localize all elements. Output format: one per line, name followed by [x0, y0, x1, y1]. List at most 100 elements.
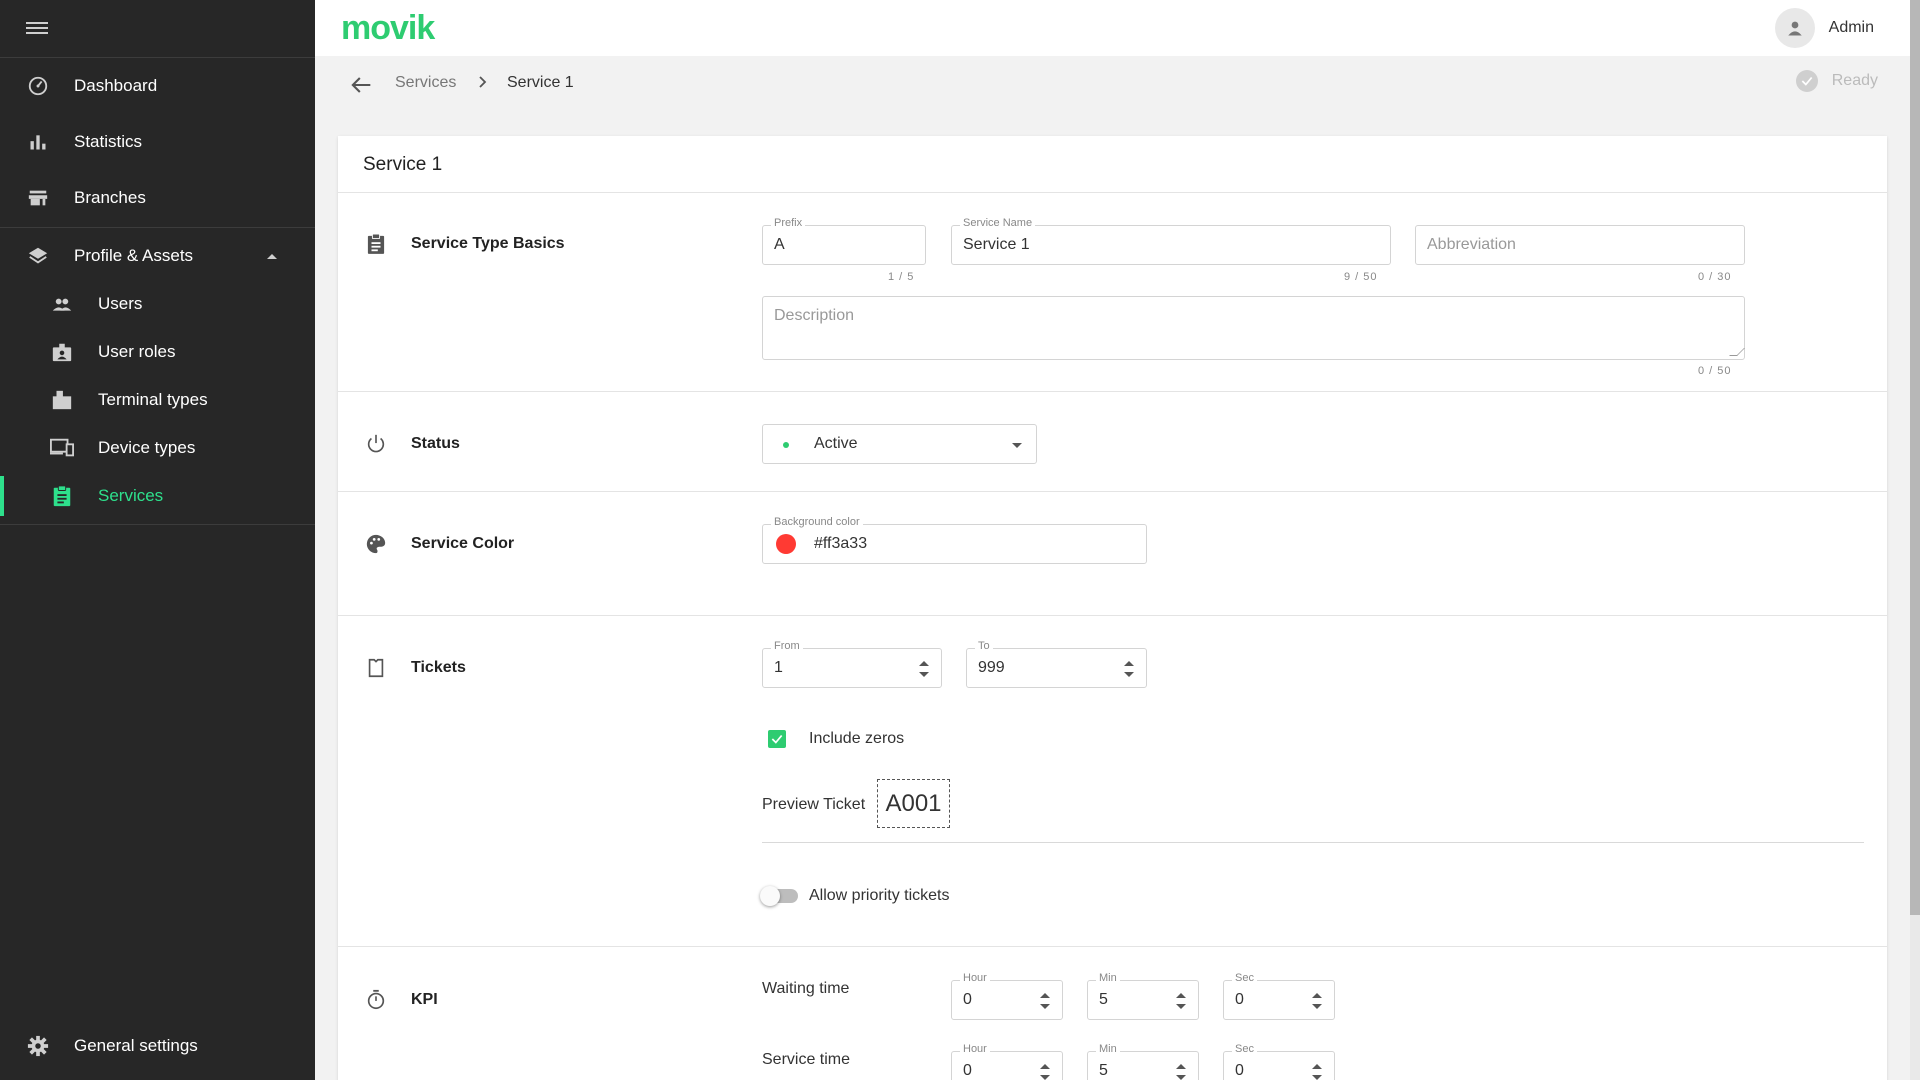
- sidebar-divider: [0, 57, 315, 58]
- sidebar-item-services[interactable]: Services: [0, 472, 315, 520]
- breadcrumb-current: Service 1: [507, 74, 574, 91]
- priority-toggle[interactable]: [760, 886, 798, 906]
- sidebar-item-label: Statistics: [74, 132, 143, 151]
- clipboard-icon: [50, 484, 74, 508]
- color-swatch[interactable]: [776, 534, 796, 554]
- chevron-up-icon: [267, 253, 277, 259]
- section-divider: [338, 391, 1887, 392]
- inner-divider: [762, 842, 1864, 843]
- sidebar-item-dashboard[interactable]: Dashboard: [0, 62, 315, 110]
- ticket-from-label: From: [771, 640, 803, 652]
- service-name-field[interactable]: Service Name Service 1: [951, 217, 1391, 265]
- spinner-icon[interactable]: [919, 661, 929, 677]
- spinner-icon[interactable]: [1176, 1064, 1186, 1080]
- status-select[interactable]: Active: [762, 424, 1037, 464]
- toggle-knob[interactable]: [760, 886, 780, 906]
- background-color-field[interactable]: Background color #ff3a33: [762, 516, 1147, 564]
- spinner-icon[interactable]: [1040, 1064, 1050, 1080]
- sidebar-item-device-types[interactable]: Device types: [0, 424, 315, 472]
- sidebar-item-users[interactable]: Users: [0, 280, 315, 328]
- store-icon: [26, 186, 50, 210]
- sidebar: Dashboard Statistics Branches Profile & …: [0, 0, 315, 1080]
- service-hour-value[interactable]: 0: [963, 1062, 972, 1080]
- spinner-icon[interactable]: [1312, 993, 1322, 1009]
- waiting-hour-label: Hour: [960, 972, 990, 984]
- chevron-right-icon: [476, 70, 490, 100]
- include-zeros-checkbox[interactable]: [768, 730, 786, 748]
- section-label-kpi: KPI: [411, 991, 438, 1008]
- badge-icon: [50, 340, 74, 364]
- waiting-min-field[interactable]: Min 5: [1087, 972, 1199, 1020]
- breadcrumb-parent[interactable]: Services: [395, 74, 456, 92]
- gear-icon: [26, 1034, 50, 1058]
- waiting-hour-field[interactable]: Hour 0: [951, 972, 1063, 1020]
- section-divider: [338, 192, 1887, 193]
- ticket-from-value[interactable]: 1: [774, 659, 783, 677]
- service-hour-field[interactable]: Hour 0: [951, 1043, 1063, 1080]
- page-title: Service 1: [363, 154, 443, 175]
- users-icon: [50, 292, 74, 316]
- section-divider: [338, 491, 1887, 492]
- include-zeros-label[interactable]: Include zeros: [809, 730, 904, 748]
- bar-chart-icon: [26, 130, 50, 154]
- service-hour-label: Hour: [960, 1043, 990, 1055]
- waiting-sec-field[interactable]: Sec 0: [1223, 972, 1335, 1020]
- top-bar: movik Admin: [315, 0, 1910, 56]
- app-logo[interactable]: movik: [341, 9, 435, 48]
- preview-ticket-value: A001: [877, 779, 950, 828]
- prefix-value[interactable]: A: [774, 236, 785, 254]
- breadcrumb: Services Service 1 Ready: [315, 56, 1910, 112]
- spinner-icon[interactable]: [1176, 993, 1186, 1009]
- service-sec-value[interactable]: 0: [1235, 1062, 1244, 1080]
- preview-ticket-label: Preview Ticket: [762, 796, 866, 813]
- chevron-down-icon[interactable]: [1012, 443, 1022, 448]
- menu-icon[interactable]: [26, 19, 48, 37]
- ticket-to-field[interactable]: To 999: [966, 640, 1147, 688]
- check-circle-icon: [1795, 70, 1818, 92]
- service-sec-field[interactable]: Sec 0: [1223, 1043, 1335, 1080]
- waiting-min-value[interactable]: 5: [1099, 991, 1108, 1009]
- user-menu[interactable]: Admin: [1774, 8, 1874, 48]
- service-name-value[interactable]: Service 1: [963, 236, 1030, 254]
- layers-icon: [26, 244, 50, 268]
- prefix-label: Prefix: [771, 217, 806, 229]
- sidebar-item-label: General settings: [74, 1036, 198, 1055]
- resize-handle-icon[interactable]: [1729, 348, 1745, 356]
- avatar[interactable]: [1774, 8, 1815, 48]
- clipboard-icon: [364, 232, 388, 256]
- sidebar-item-branches[interactable]: Branches: [0, 174, 315, 222]
- terminal-icon: [50, 388, 74, 412]
- service-min-value[interactable]: 5: [1099, 1062, 1108, 1080]
- waiting-hour-value[interactable]: 0: [963, 991, 972, 1009]
- abbreviation-counter: 0 / 30: [1698, 271, 1732, 283]
- sidebar-item-user-roles[interactable]: User roles: [0, 328, 315, 376]
- waiting-sec-value[interactable]: 0: [1235, 991, 1244, 1009]
- sidebar-item-profile-assets[interactable]: Profile & Assets: [0, 232, 315, 280]
- description-field[interactable]: Description: [762, 296, 1745, 360]
- sidebar-divider: [0, 227, 315, 228]
- ticket-from-field[interactable]: From 1: [762, 640, 942, 688]
- spinner-icon[interactable]: [1312, 1064, 1322, 1080]
- ticket-to-value[interactable]: 999: [978, 659, 1005, 677]
- service-min-field[interactable]: Min 5: [1087, 1043, 1199, 1080]
- dashboard-icon: [26, 74, 50, 98]
- spinner-icon[interactable]: [1124, 661, 1134, 677]
- back-arrow-icon[interactable]: [347, 71, 375, 99]
- sidebar-item-general-settings[interactable]: General settings: [0, 1022, 315, 1070]
- sidebar-item-label: Users: [98, 294, 143, 313]
- spinner-icon[interactable]: [1040, 993, 1050, 1009]
- user-name[interactable]: Admin: [1829, 19, 1874, 37]
- abbreviation-field[interactable]: Abbreviation: [1415, 225, 1745, 265]
- waiting-sec-label: Sec: [1232, 972, 1257, 984]
- prefix-field[interactable]: Prefix A: [762, 217, 926, 265]
- devices-icon: [50, 436, 74, 460]
- color-value[interactable]: #ff3a33: [814, 535, 867, 553]
- sidebar-item-statistics[interactable]: Statistics: [0, 118, 315, 166]
- service-time-label: Service time: [762, 1051, 851, 1068]
- scrollbar-thumb[interactable]: [1910, 0, 1920, 915]
- section-divider: [338, 946, 1887, 947]
- sidebar-item-label: Device types: [98, 438, 196, 457]
- priority-label[interactable]: Allow priority tickets: [809, 887, 949, 905]
- sidebar-item-terminal-types[interactable]: Terminal types: [0, 376, 315, 424]
- status-value[interactable]: Active: [814, 435, 858, 453]
